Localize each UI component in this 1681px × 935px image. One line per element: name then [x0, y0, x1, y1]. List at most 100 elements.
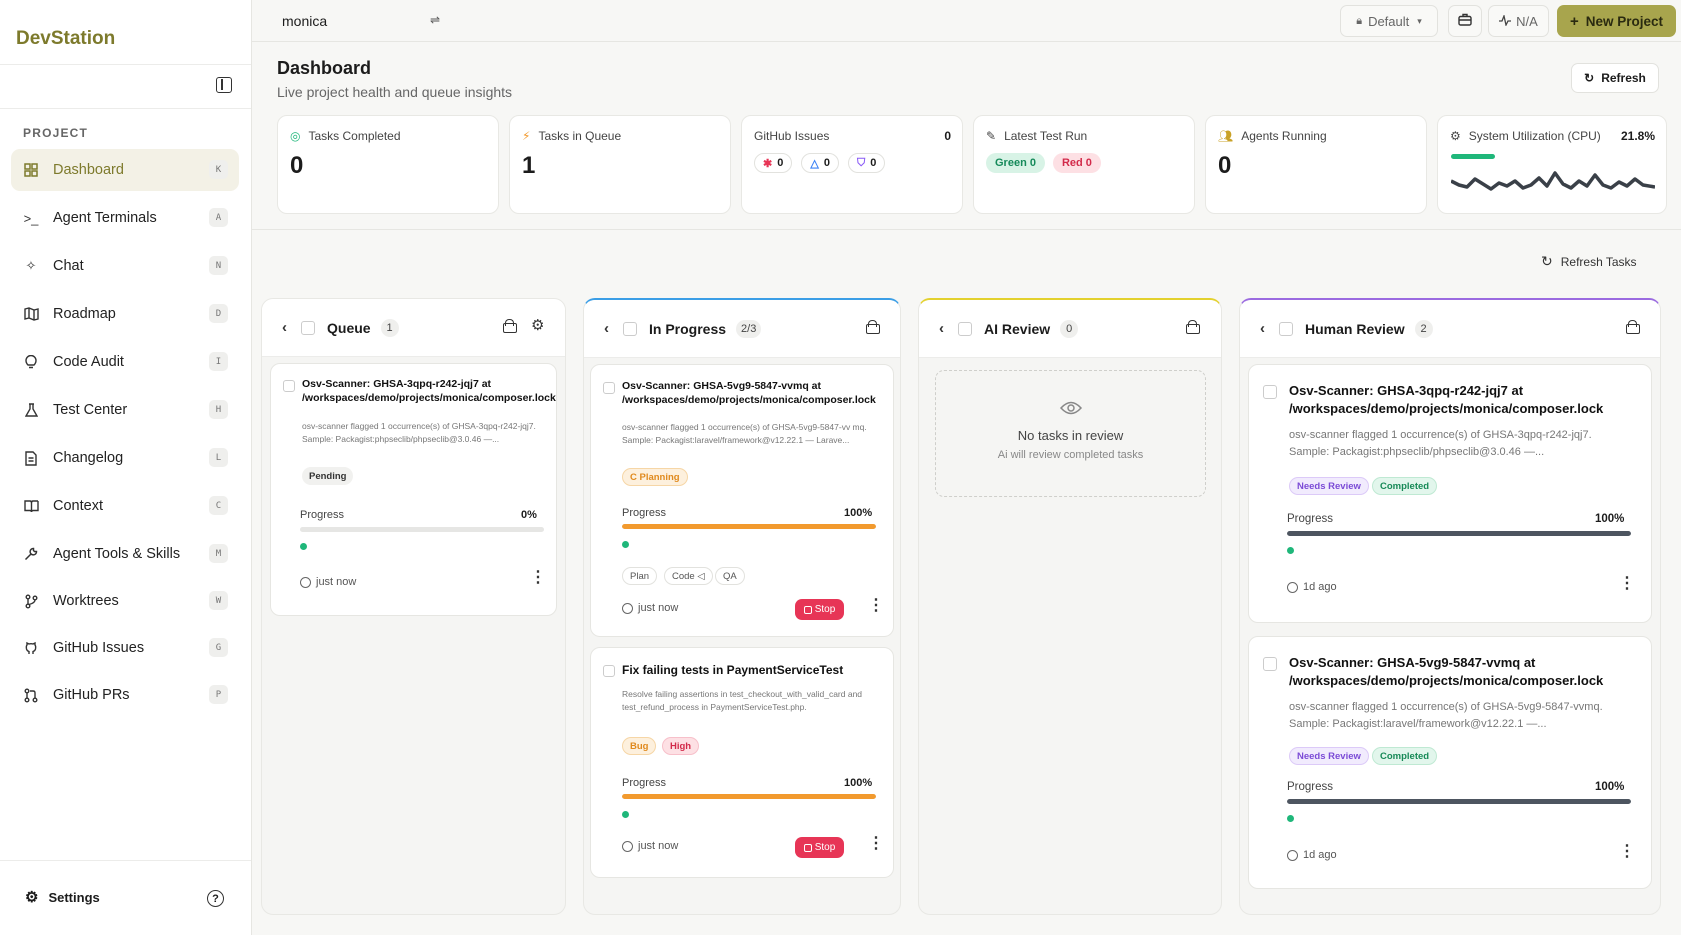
empty-subtitle: Ai will review completed tasks: [997, 449, 1144, 461]
shortcut-badge: K: [209, 160, 228, 179]
progress-value: 0%: [521, 509, 537, 521]
phase-tag: Code ◁: [664, 567, 713, 585]
flask-icon: [23, 402, 39, 418]
column-count: 2: [1414, 319, 1433, 338]
briefcase-button[interactable]: [1448, 5, 1482, 37]
chip-value: 0: [823, 157, 830, 169]
status-dot: [1287, 547, 1294, 554]
more-options-icon[interactable]: ⋮: [868, 598, 884, 614]
sidebar-collapse-icon[interactable]: [216, 77, 232, 93]
profile-dropdown[interactable]: 🔒︎ Default ▾: [1340, 5, 1438, 37]
progress-fill: [1287, 531, 1631, 536]
sidebar-item-agent-tools[interactable]: Agent Tools & Skills M: [11, 533, 239, 575]
progress-value: 100%: [844, 507, 873, 519]
task-card[interactable]: Osv-Scanner: GHSA-3qpq-r242-jqj7 at /wor…: [270, 363, 557, 616]
settings-label: Settings: [48, 889, 100, 905]
shortcut-badge: A: [209, 208, 228, 227]
refresh-button[interactable]: ↻ Refresh: [1571, 63, 1659, 93]
sidebar-item-agent-terminals[interactable]: >_ Agent Terminals A: [11, 197, 239, 239]
more-options-icon[interactable]: ⋮: [1619, 844, 1635, 860]
stat-value: 0: [1218, 152, 1232, 179]
sidebar-item-label: Code Audit: [53, 354, 124, 370]
progress-label: Progress: [622, 507, 667, 519]
map-icon: [23, 306, 39, 322]
more-options-icon[interactable]: ⋮: [530, 570, 546, 586]
stop-icon: [803, 843, 812, 852]
sliders-icon[interactable]: ⇌: [430, 13, 440, 27]
column-count: 2/3: [736, 319, 762, 338]
sidebar-item-dashboard[interactable]: Dashboard K: [11, 149, 239, 191]
sidebar-item-chat[interactable]: ✧ Chat N: [11, 245, 239, 287]
chip-value: 0: [870, 157, 877, 169]
task-checkbox[interactable]: [603, 382, 615, 394]
type-badge: Bug: [622, 737, 657, 755]
lock-icon[interactable]: [866, 320, 880, 334]
column-title: Queue: [327, 319, 371, 336]
select-all-checkbox[interactable]: [1279, 321, 1293, 336]
shortcut-badge: N: [209, 256, 228, 275]
more-options-icon[interactable]: ⋮: [1619, 576, 1635, 592]
task-checkbox[interactable]: [283, 380, 295, 392]
progress-label: Progress: [1287, 513, 1334, 525]
time-label: 1d ago: [1303, 849, 1337, 861]
sidebar-item-github-issues[interactable]: GitHub Issues G: [11, 627, 239, 669]
stop-icon: [803, 605, 812, 614]
settings-button[interactable]: ⚙ Settings: [25, 888, 100, 906]
briefcase-icon: [1458, 13, 1472, 29]
sidebar: DevStation PROJECT Dashboard K >_ Agent …: [0, 0, 252, 935]
wrench-icon: [23, 546, 39, 562]
shortcut-badge: W: [209, 591, 228, 610]
shortcut-badge: C: [209, 496, 228, 515]
select-all-checkbox[interactable]: [623, 321, 637, 336]
column-header: ‹ In Progress 2/3: [584, 300, 900, 358]
select-all-checkbox[interactable]: [301, 320, 315, 335]
status-badge: C Planning: [622, 468, 688, 486]
task-card[interactable]: Fix failing tests in PaymentServiceTest …: [590, 647, 894, 878]
chip-value: 0: [777, 157, 784, 169]
column-header: ‹ Human Review 2: [1240, 300, 1660, 358]
chevron-left-icon[interactable]: ‹: [282, 319, 287, 336]
chevron-left-icon[interactable]: ‹: [939, 320, 944, 337]
review-badge: Needs Review: [1289, 477, 1369, 495]
sidebar-item-changelog[interactable]: Changelog L: [11, 437, 239, 479]
sidebar-item-context[interactable]: Context C: [11, 485, 239, 527]
activity-icon: ⚡︎: [522, 129, 531, 143]
task-card[interactable]: Osv-Scanner: GHSA-5vg9-5847-vvmq at /wor…: [1248, 636, 1652, 889]
task-card[interactable]: Osv-Scanner: GHSA-3qpq-r242-jqj7 at /wor…: [1248, 364, 1652, 623]
more-options-icon[interactable]: ⋮: [868, 836, 884, 852]
sidebar-item-code-audit[interactable]: Code Audit I: [11, 341, 239, 383]
stop-button[interactable]: Stop: [795, 599, 844, 620]
sidebar-item-worktrees[interactable]: Worktrees W: [11, 580, 239, 622]
project-selector[interactable]: monica: [282, 13, 327, 29]
stat-label: System Utilization (CPU): [1468, 129, 1601, 143]
pencil-icon: ✎: [986, 129, 997, 143]
task-checkbox[interactable]: [1263, 385, 1277, 399]
select-all-checkbox[interactable]: [958, 321, 972, 336]
sidebar-item-test-center[interactable]: Test Center H: [11, 389, 239, 431]
progress-fill: [622, 524, 876, 529]
lock-icon[interactable]: [503, 319, 517, 333]
task-checkbox[interactable]: [1263, 657, 1277, 671]
lock-icon[interactable]: [1626, 320, 1640, 334]
column-queue: ‹ Queue 1 ⚙ Osv-Scanner: GHSA-3qpq-r242-…: [261, 298, 566, 915]
chevron-left-icon[interactable]: ‹: [604, 320, 609, 337]
empty-title: No tasks in review: [1017, 428, 1124, 443]
status-indicator[interactable]: N/A: [1488, 5, 1549, 37]
gear-icon[interactable]: ⚙: [531, 316, 544, 334]
sidebar-item-github-prs[interactable]: GitHub PRs P: [11, 674, 239, 716]
sidebar-item-label: Roadmap: [53, 306, 116, 322]
sidebar-item-roadmap[interactable]: Roadmap D: [11, 293, 239, 335]
new-project-button[interactable]: + New Project: [1557, 5, 1676, 37]
task-card[interactable]: Osv-Scanner: GHSA-5vg9-5847-vvmq at /wor…: [590, 364, 894, 637]
lightbulb-icon: [23, 354, 39, 370]
time-label: just now: [316, 576, 357, 588]
sidebar-item-label: Context: [53, 498, 103, 514]
task-checkbox[interactable]: [603, 665, 615, 677]
stat-tasks-in-queue: ⚡︎ Tasks in Queue 1: [509, 115, 731, 214]
help-icon[interactable]: ?: [207, 890, 224, 907]
stop-button[interactable]: Stop: [795, 837, 844, 858]
column-human-review: ‹ Human Review 2 Osv-Scanner: GHSA-3qpq-…: [1239, 298, 1661, 915]
lock-icon[interactable]: [1186, 320, 1200, 334]
chevron-left-icon[interactable]: ‹: [1260, 320, 1265, 337]
refresh-tasks-button[interactable]: ↻ Refresh Tasks: [1541, 253, 1637, 270]
